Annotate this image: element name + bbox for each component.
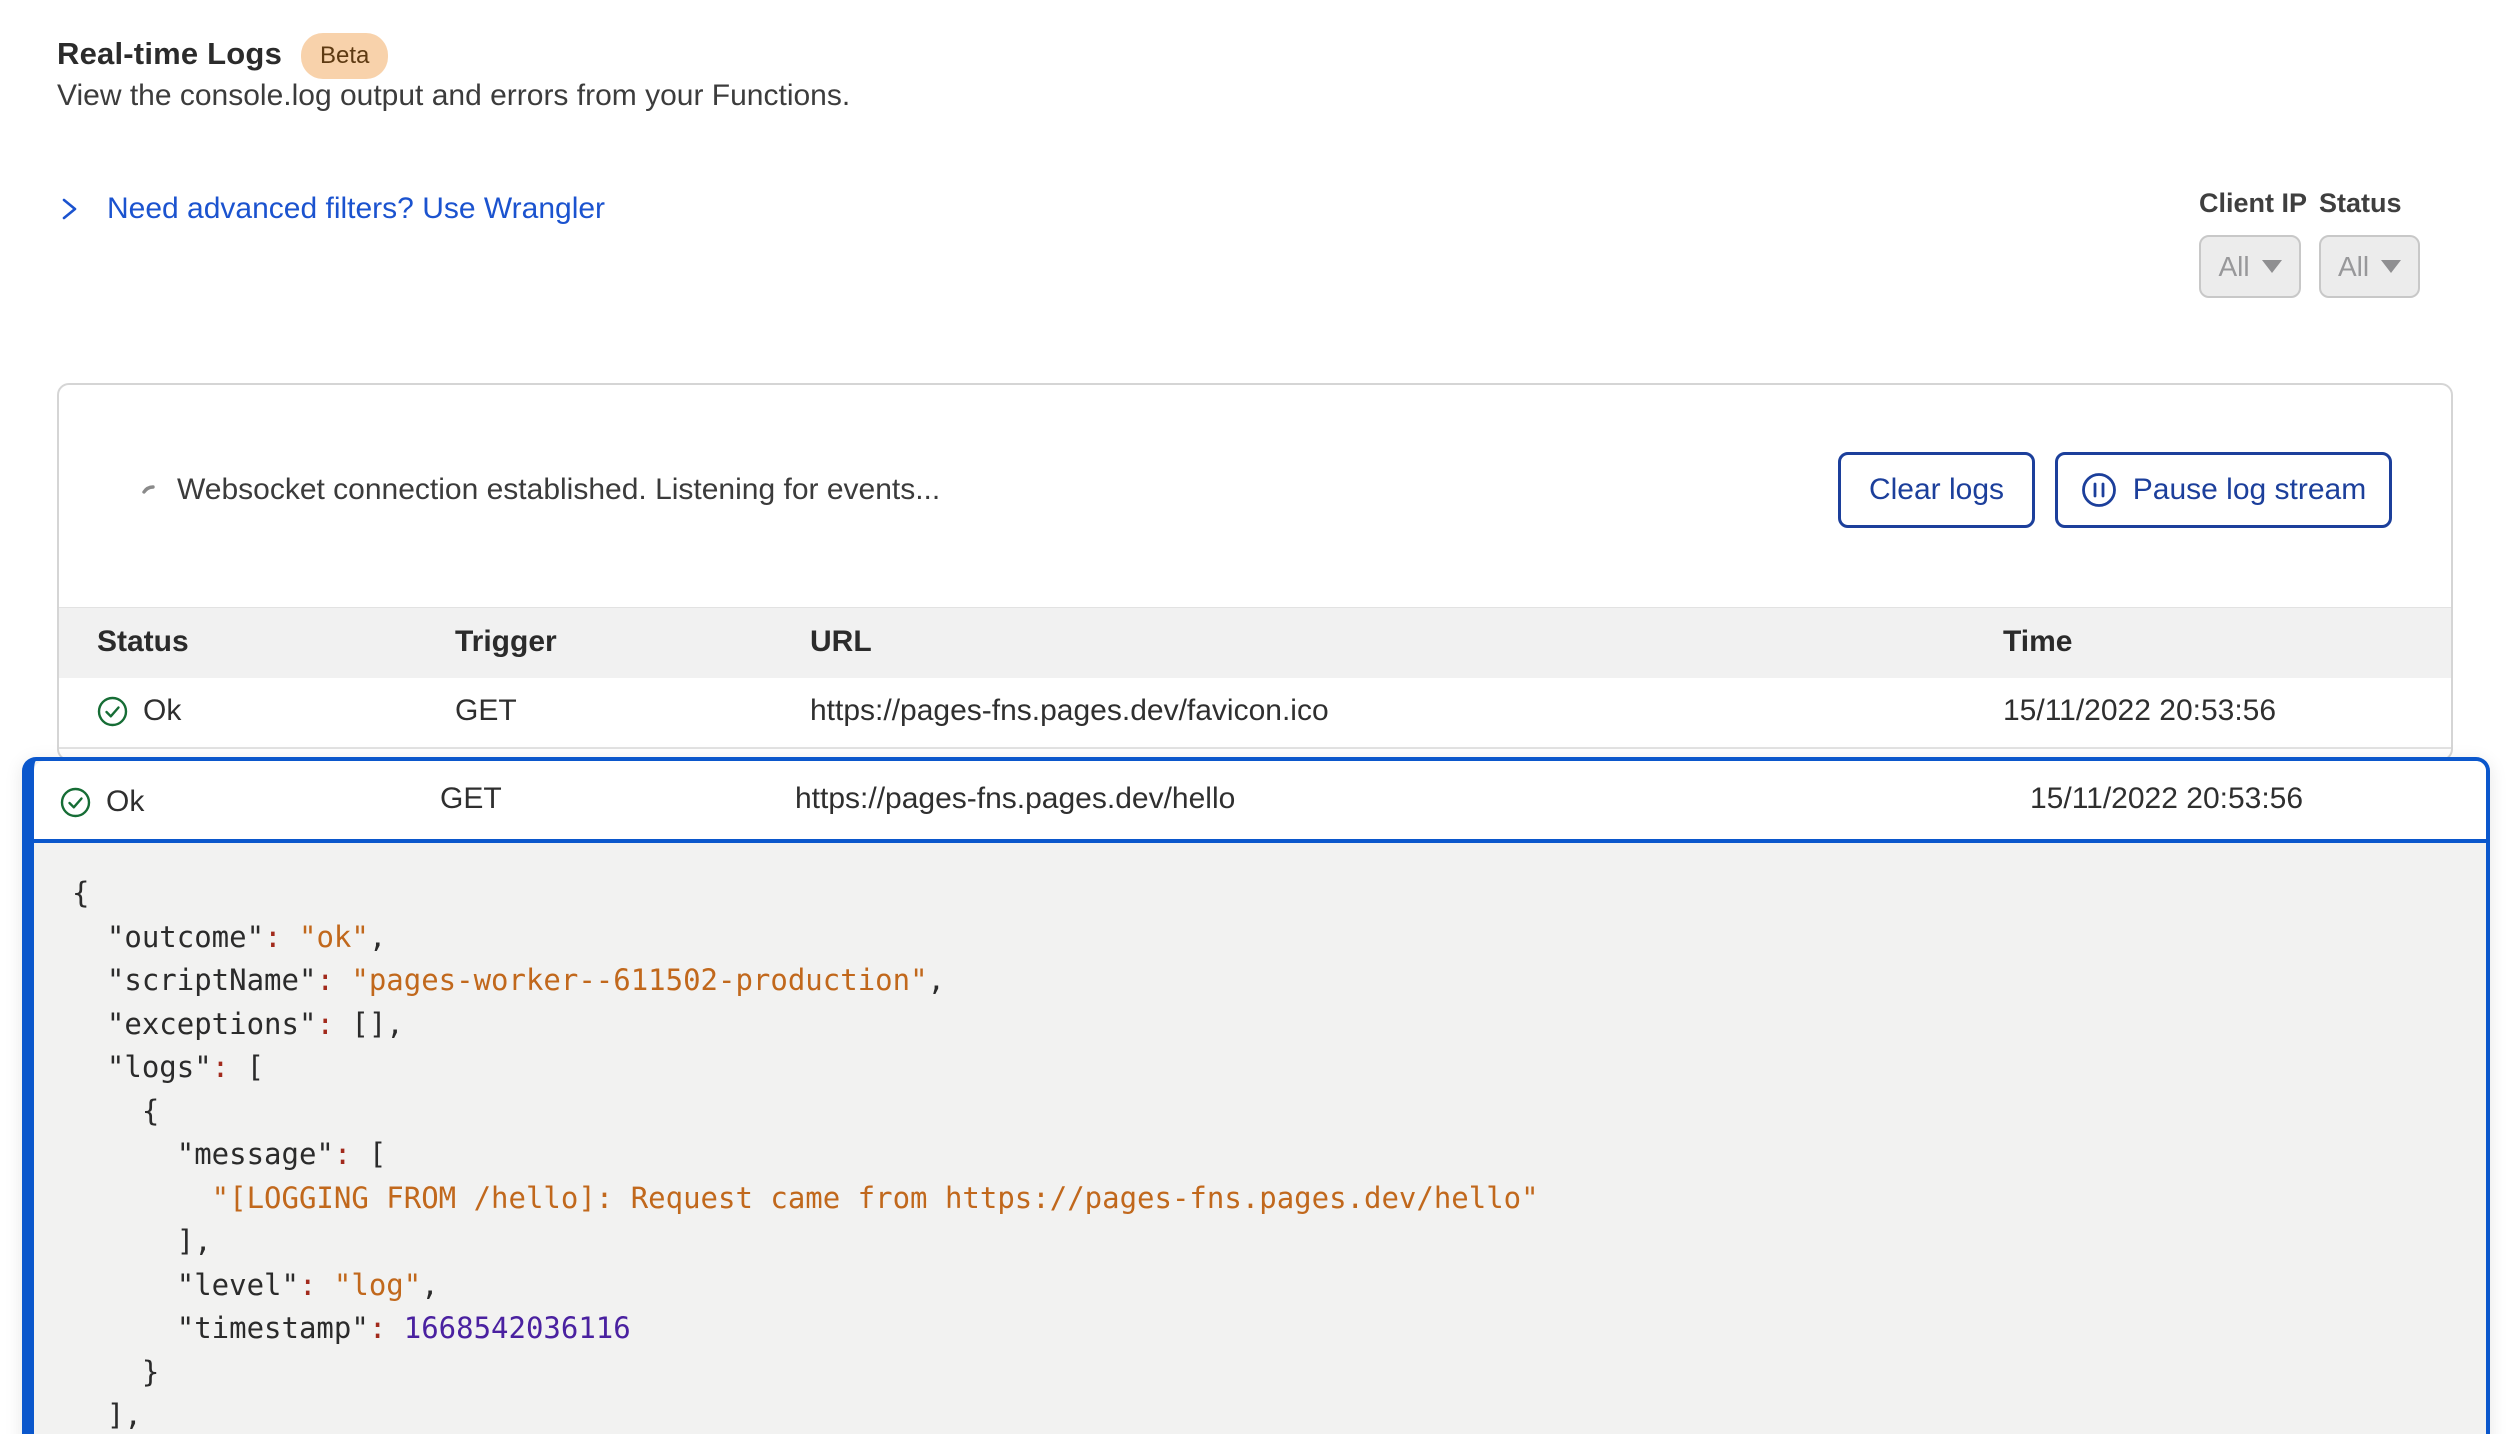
realtime-logs-page: Real-time Logs Beta View the console.log… xyxy=(0,0,2508,1434)
code-line: { xyxy=(72,872,1539,916)
json-log-output: { "outcome": "ok", "scriptName": "pages-… xyxy=(34,847,1539,1434)
status-label: Ok xyxy=(106,785,144,819)
code-line: "outcome": "ok", xyxy=(72,916,1539,960)
client-ip-filter-value: All xyxy=(2218,251,2249,283)
code-line: "message": [ xyxy=(72,1133,1539,1177)
status-cell: Ok xyxy=(97,694,181,728)
code-line: { xyxy=(72,1090,1539,1134)
column-header-trigger: Trigger xyxy=(455,625,557,659)
code-line: ], xyxy=(72,1220,1539,1264)
code-line: "[LOGGING FROM /hello]: Request came fro… xyxy=(72,1177,1539,1221)
expanded-log-entry: Ok GET https://pages-fns.pages.dev/hello… xyxy=(22,757,2490,1434)
status-filter-value: All xyxy=(2338,251,2369,283)
client-ip-filter-dropdown[interactable]: All xyxy=(2199,235,2301,298)
code-line: } xyxy=(72,1351,1539,1395)
status-cell: Ok xyxy=(60,785,144,819)
wrangler-link-label: Need advanced filters? Use Wrangler xyxy=(107,192,605,226)
websocket-status-bar: Websocket connection established. Listen… xyxy=(59,385,2451,607)
caret-down-icon xyxy=(2262,260,2282,273)
log-panel: Websocket connection established. Listen… xyxy=(57,383,2453,761)
clear-logs-button-label: Clear logs xyxy=(1869,473,2004,507)
websocket-status-text: Websocket connection established. Listen… xyxy=(177,473,940,507)
status-label: Ok xyxy=(143,694,181,728)
client-ip-filter-label: Client IP xyxy=(2199,188,2307,219)
status-filter-label: Status xyxy=(2319,188,2402,219)
clear-logs-button[interactable]: Clear logs xyxy=(1838,452,2035,528)
trigger-cell: GET xyxy=(440,782,502,816)
pause-log-stream-button-label: Pause log stream xyxy=(2133,473,2366,507)
table-row[interactable]: Ok GET https://pages-fns.pages.dev/favic… xyxy=(59,678,2451,749)
code-line: "exceptions": [], xyxy=(72,1003,1539,1047)
url-cell: https://pages-fns.pages.dev/hello xyxy=(795,782,1235,816)
table-row-expanded[interactable]: Ok GET https://pages-fns.pages.dev/hello… xyxy=(34,761,2486,843)
column-header-time: Time xyxy=(2003,625,2072,659)
time-cell: 15/11/2022 20:53:56 xyxy=(2003,694,2276,728)
pause-log-stream-button[interactable]: Pause log stream xyxy=(2055,452,2392,528)
pause-circle-icon xyxy=(2081,472,2117,508)
url-cell: https://pages-fns.pages.dev/favicon.ico xyxy=(810,694,1329,728)
check-circle-icon xyxy=(60,787,91,818)
caret-down-icon xyxy=(2381,260,2401,273)
column-header-url: URL xyxy=(810,625,872,659)
spinner-icon xyxy=(140,485,166,511)
page-title: Real-time Logs xyxy=(57,36,282,72)
code-line: ], xyxy=(72,1394,1539,1434)
time-cell: 15/11/2022 20:53:56 xyxy=(2030,782,2303,816)
trigger-cell: GET xyxy=(455,694,517,728)
code-line: "logs": [ xyxy=(72,1046,1539,1090)
code-line: "timestamp": 1668542036116 xyxy=(72,1307,1539,1351)
column-header-status: Status xyxy=(97,625,189,659)
chevron-right-icon xyxy=(57,197,81,221)
wrangler-link[interactable]: Need advanced filters? Use Wrangler xyxy=(57,192,605,226)
beta-badge: Beta xyxy=(301,33,388,79)
code-line: "scriptName": "pages-worker--611502-prod… xyxy=(72,959,1539,1003)
status-filter-dropdown[interactable]: All xyxy=(2319,235,2420,298)
log-table-header: Status Trigger URL Time xyxy=(59,607,2451,678)
check-circle-icon xyxy=(97,696,128,727)
code-line: "level": "log", xyxy=(72,1264,1539,1308)
page-subtitle: View the console.log output and errors f… xyxy=(57,79,850,113)
